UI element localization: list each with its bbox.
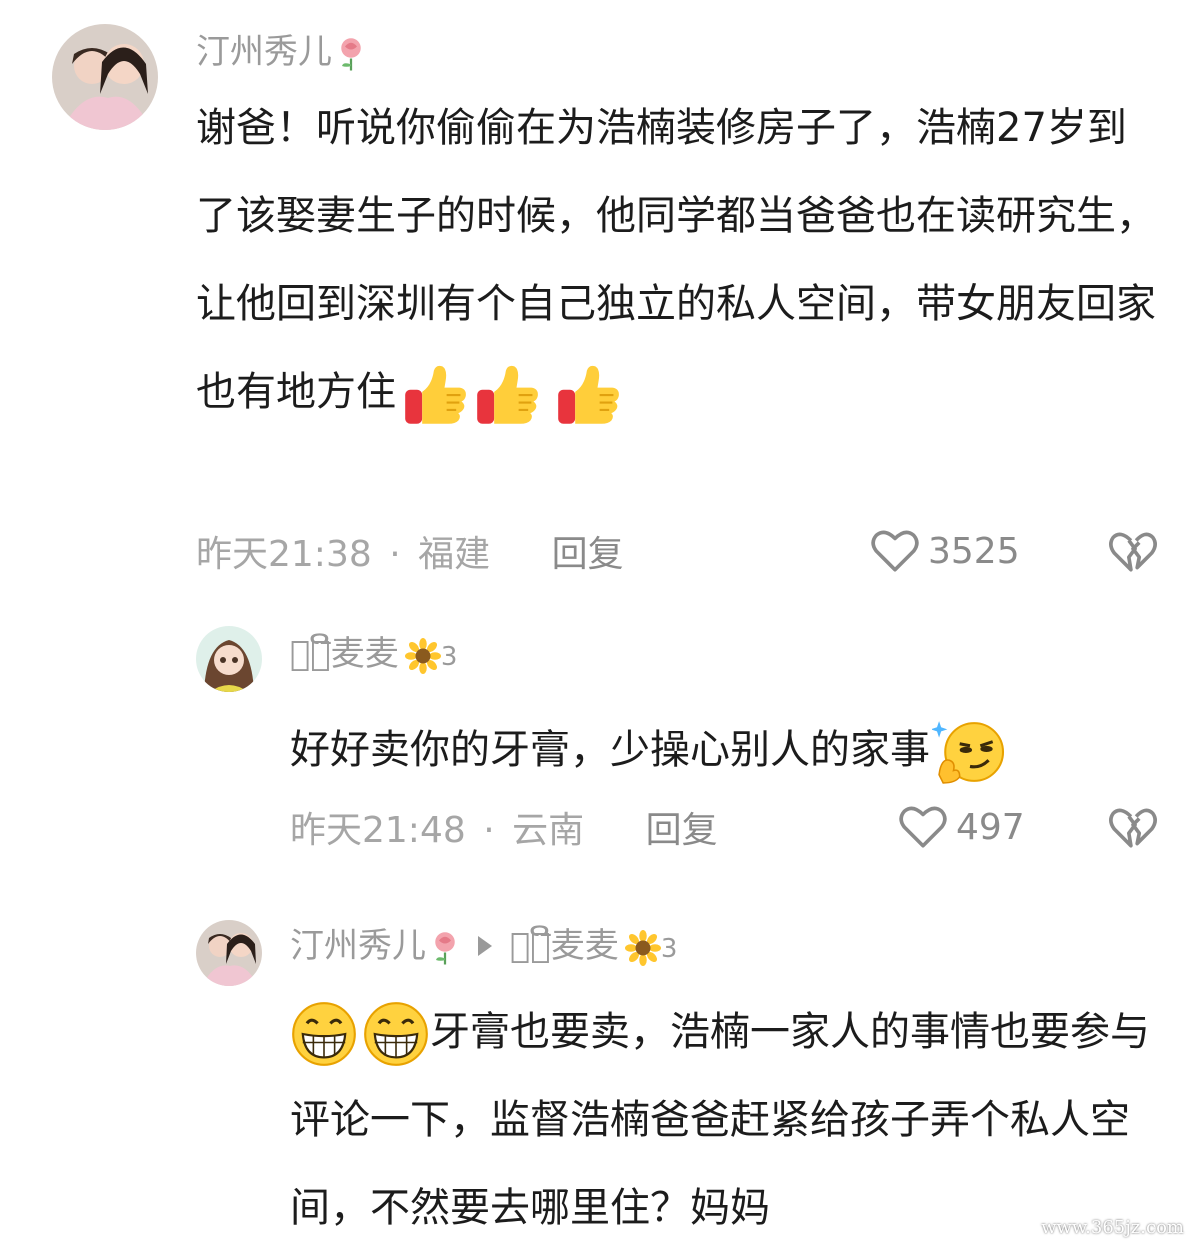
reply-arrow-icon bbox=[478, 935, 492, 956]
smirk-icon bbox=[932, 719, 1008, 785]
comment-body: 谢爸！听说你偷偷在为浩楠装修房子了，浩楠27岁到了该娶妻生子的时候，他同学都当爸… bbox=[196, 105, 1156, 415]
avatar[interactable] bbox=[196, 920, 262, 986]
avatar[interactable] bbox=[52, 24, 158, 130]
rose-icon bbox=[336, 36, 366, 72]
comment-text: 牙膏也要卖，浩楠一家人的事情也要参与评论一下，监督浩楠爸爸赶紧给孩子弄个私人空间… bbox=[290, 988, 1170, 1252]
comment-meta: 昨天21:48 · 云南 回复 bbox=[290, 806, 718, 856]
broken-heart-icon[interactable] bbox=[1108, 530, 1158, 576]
like-count: 3525 bbox=[928, 530, 1020, 572]
thumbs-up-icon bbox=[555, 360, 623, 428]
username[interactable]: 汀州秀儿ꩻ᪵ີ麦麦 3 bbox=[290, 924, 677, 971]
sunflower-icon bbox=[625, 930, 661, 966]
reply-button[interactable]: 回复 bbox=[552, 534, 624, 575]
watermark: www.365jz.com bbox=[1041, 1217, 1184, 1238]
reply-button[interactable]: 回复 bbox=[646, 810, 718, 851]
like-button[interactable]: 3525 bbox=[870, 528, 1020, 574]
heart-icon bbox=[898, 804, 948, 850]
like-count: 497 bbox=[956, 806, 1025, 848]
avatar[interactable] bbox=[196, 626, 262, 692]
username-text: 汀州秀儿 bbox=[290, 926, 426, 966]
comment-text: 好好卖你的牙膏，少操心别人的家事 bbox=[290, 706, 1170, 794]
broken-heart-icon[interactable] bbox=[1108, 806, 1158, 852]
grin-icon bbox=[290, 1000, 358, 1068]
like-button[interactable]: 497 bbox=[898, 804, 1025, 850]
comment-time: 昨天21:48 bbox=[290, 810, 466, 851]
comment-body: 好好卖你的牙膏，少操心别人的家事 bbox=[290, 727, 930, 773]
username-suffix: 3 bbox=[660, 934, 678, 964]
meta-separator: · bbox=[389, 534, 401, 575]
thumbs-up-icon bbox=[474, 360, 542, 428]
comment-time: 昨天21:38 bbox=[196, 534, 372, 575]
grin-icon bbox=[362, 1000, 430, 1068]
comment-location: 云南 bbox=[512, 810, 585, 851]
username-suffix: 3 bbox=[440, 642, 458, 672]
rose-icon bbox=[430, 930, 460, 966]
comment-text: 谢爸！听说你偷偷在为浩楠装修房子了，浩楠27岁到了该娶妻生子的时候，他同学都当爸… bbox=[196, 84, 1166, 436]
comment-meta: 昨天21:38 · 福建 回复 bbox=[196, 530, 624, 580]
username-text: ꩻ᪵ີ麦麦 bbox=[290, 634, 399, 674]
username-text: 汀州秀儿 bbox=[196, 32, 332, 72]
username[interactable]: ꩻ᪵ີ麦麦 3 bbox=[290, 632, 457, 679]
username[interactable]: 汀州秀儿 bbox=[196, 30, 366, 74]
comment-location: 福建 bbox=[418, 534, 491, 575]
sunflower-icon bbox=[405, 638, 441, 674]
reply-to-username[interactable]: ꩻ᪵ີ麦麦 bbox=[510, 926, 619, 966]
heart-icon bbox=[870, 528, 920, 574]
meta-separator: · bbox=[483, 810, 495, 851]
thumbs-up-icon bbox=[402, 360, 470, 428]
